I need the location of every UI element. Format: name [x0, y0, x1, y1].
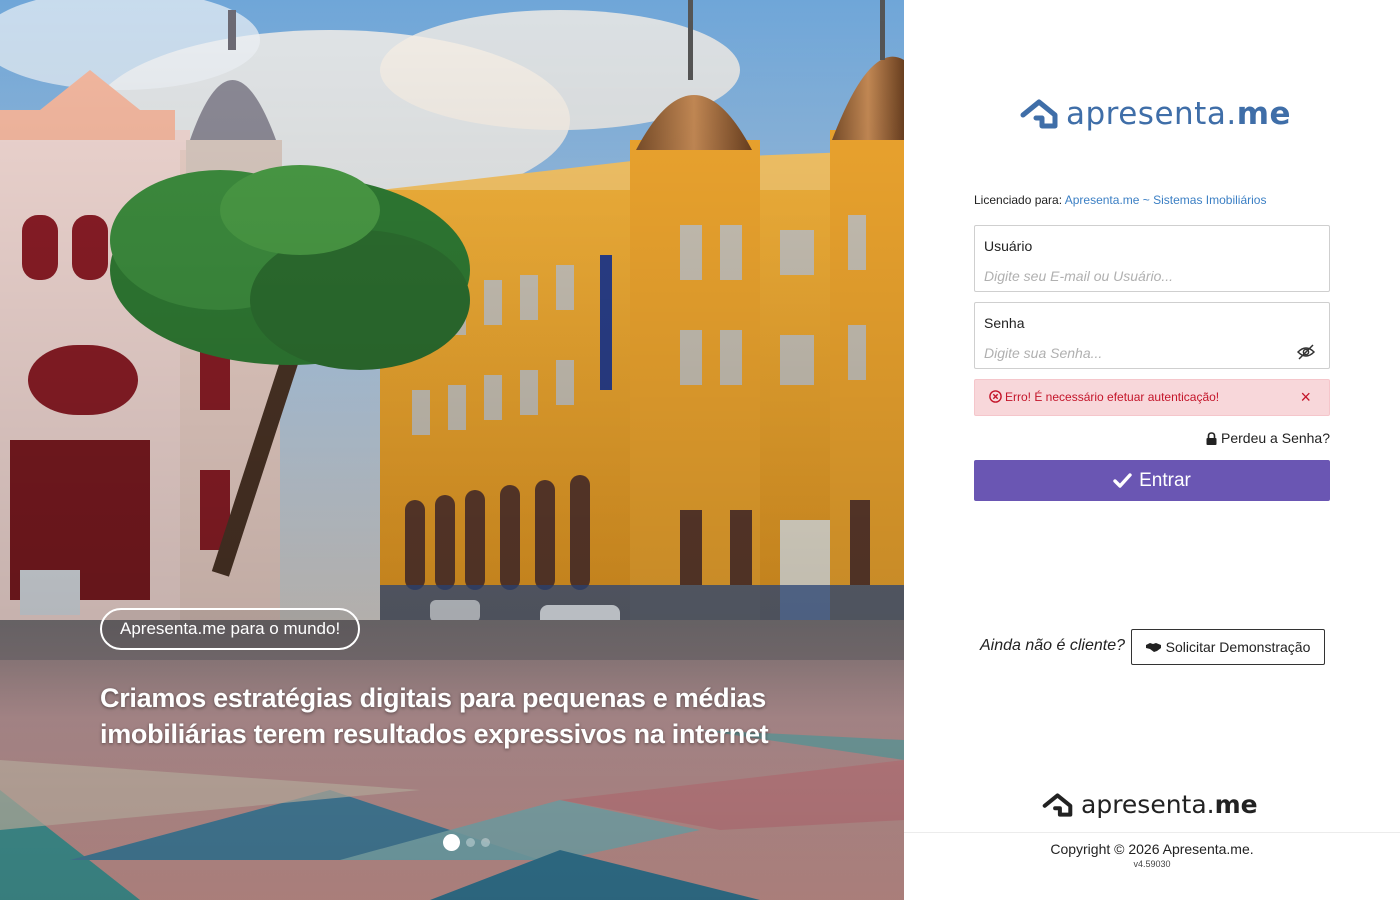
license-info: Licenciado para: Apresenta.me ~ Sistemas…: [974, 193, 1266, 207]
error-message: Erro! É necessário efetuar autenticação!: [1005, 390, 1220, 404]
username-input[interactable]: [984, 266, 1304, 286]
request-demo-button[interactable]: Solicitar Demonstração: [1131, 629, 1325, 665]
auth-error-alert: Erro! É necessário efetuar autenticação!…: [974, 379, 1330, 416]
request-demo-label: Solicitar Demonstração: [1165, 639, 1311, 655]
forgot-password-link[interactable]: Perdeu a Senha?: [1206, 430, 1330, 446]
login-panel: apresenta.me Licenciado para: Apresenta.…: [904, 0, 1400, 900]
login-submit-button[interactable]: Entrar: [974, 460, 1330, 501]
login-submit-label: Entrar: [1139, 469, 1191, 491]
username-field[interactable]: Usuário: [974, 225, 1330, 292]
hero-badge[interactable]: Apresenta.me para o mundo!: [100, 608, 361, 650]
error-circle-icon: [989, 390, 1002, 404]
hero-background-photo: [0, 0, 904, 900]
username-label: Usuário: [984, 238, 1033, 254]
footer-divider: [904, 832, 1400, 833]
brand-logo-text: apresenta.me: [1066, 96, 1292, 132]
house-logo-icon: [1042, 792, 1073, 817]
lock-icon: [1206, 432, 1217, 445]
hero-headline: Criamos estratégias digitais para pequen…: [100, 683, 769, 749]
version-text: v4.59030: [1133, 859, 1171, 869]
house-logo-icon: [1020, 99, 1058, 129]
close-icon[interactable]: ×: [1300, 380, 1311, 415]
license-label: Licenciado para:: [974, 193, 1063, 207]
carousel-dot-2[interactable]: [466, 838, 475, 847]
brand-logo: apresenta.me: [1020, 96, 1291, 132]
carousel-indicators: [443, 834, 490, 851]
handshake-icon: [1145, 642, 1161, 652]
password-field[interactable]: Senha: [974, 302, 1330, 369]
carousel-dot-3[interactable]: [481, 838, 490, 847]
hero-carousel: Apresenta.me para o mundo! Criamos estra…: [0, 0, 904, 900]
password-input[interactable]: [984, 343, 1304, 363]
password-label: Senha: [984, 315, 1025, 331]
not-client-text: Ainda não é cliente?: [980, 637, 1125, 654]
footer-logo-text: apresenta.me: [1081, 790, 1258, 819]
footer-logo: apresenta.me: [1042, 790, 1258, 819]
forgot-password-label: Perdeu a Senha?: [1221, 430, 1330, 446]
carousel-dot-1[interactable]: [443, 834, 460, 851]
eye-slash-icon[interactable]: [1297, 344, 1315, 360]
copyright-text: Copyright © 2026 Apresenta.me.: [1050, 841, 1254, 857]
license-name[interactable]: Apresenta.me ~ Sistemas Imobiliários: [1065, 193, 1267, 207]
check-icon: [1113, 473, 1132, 488]
